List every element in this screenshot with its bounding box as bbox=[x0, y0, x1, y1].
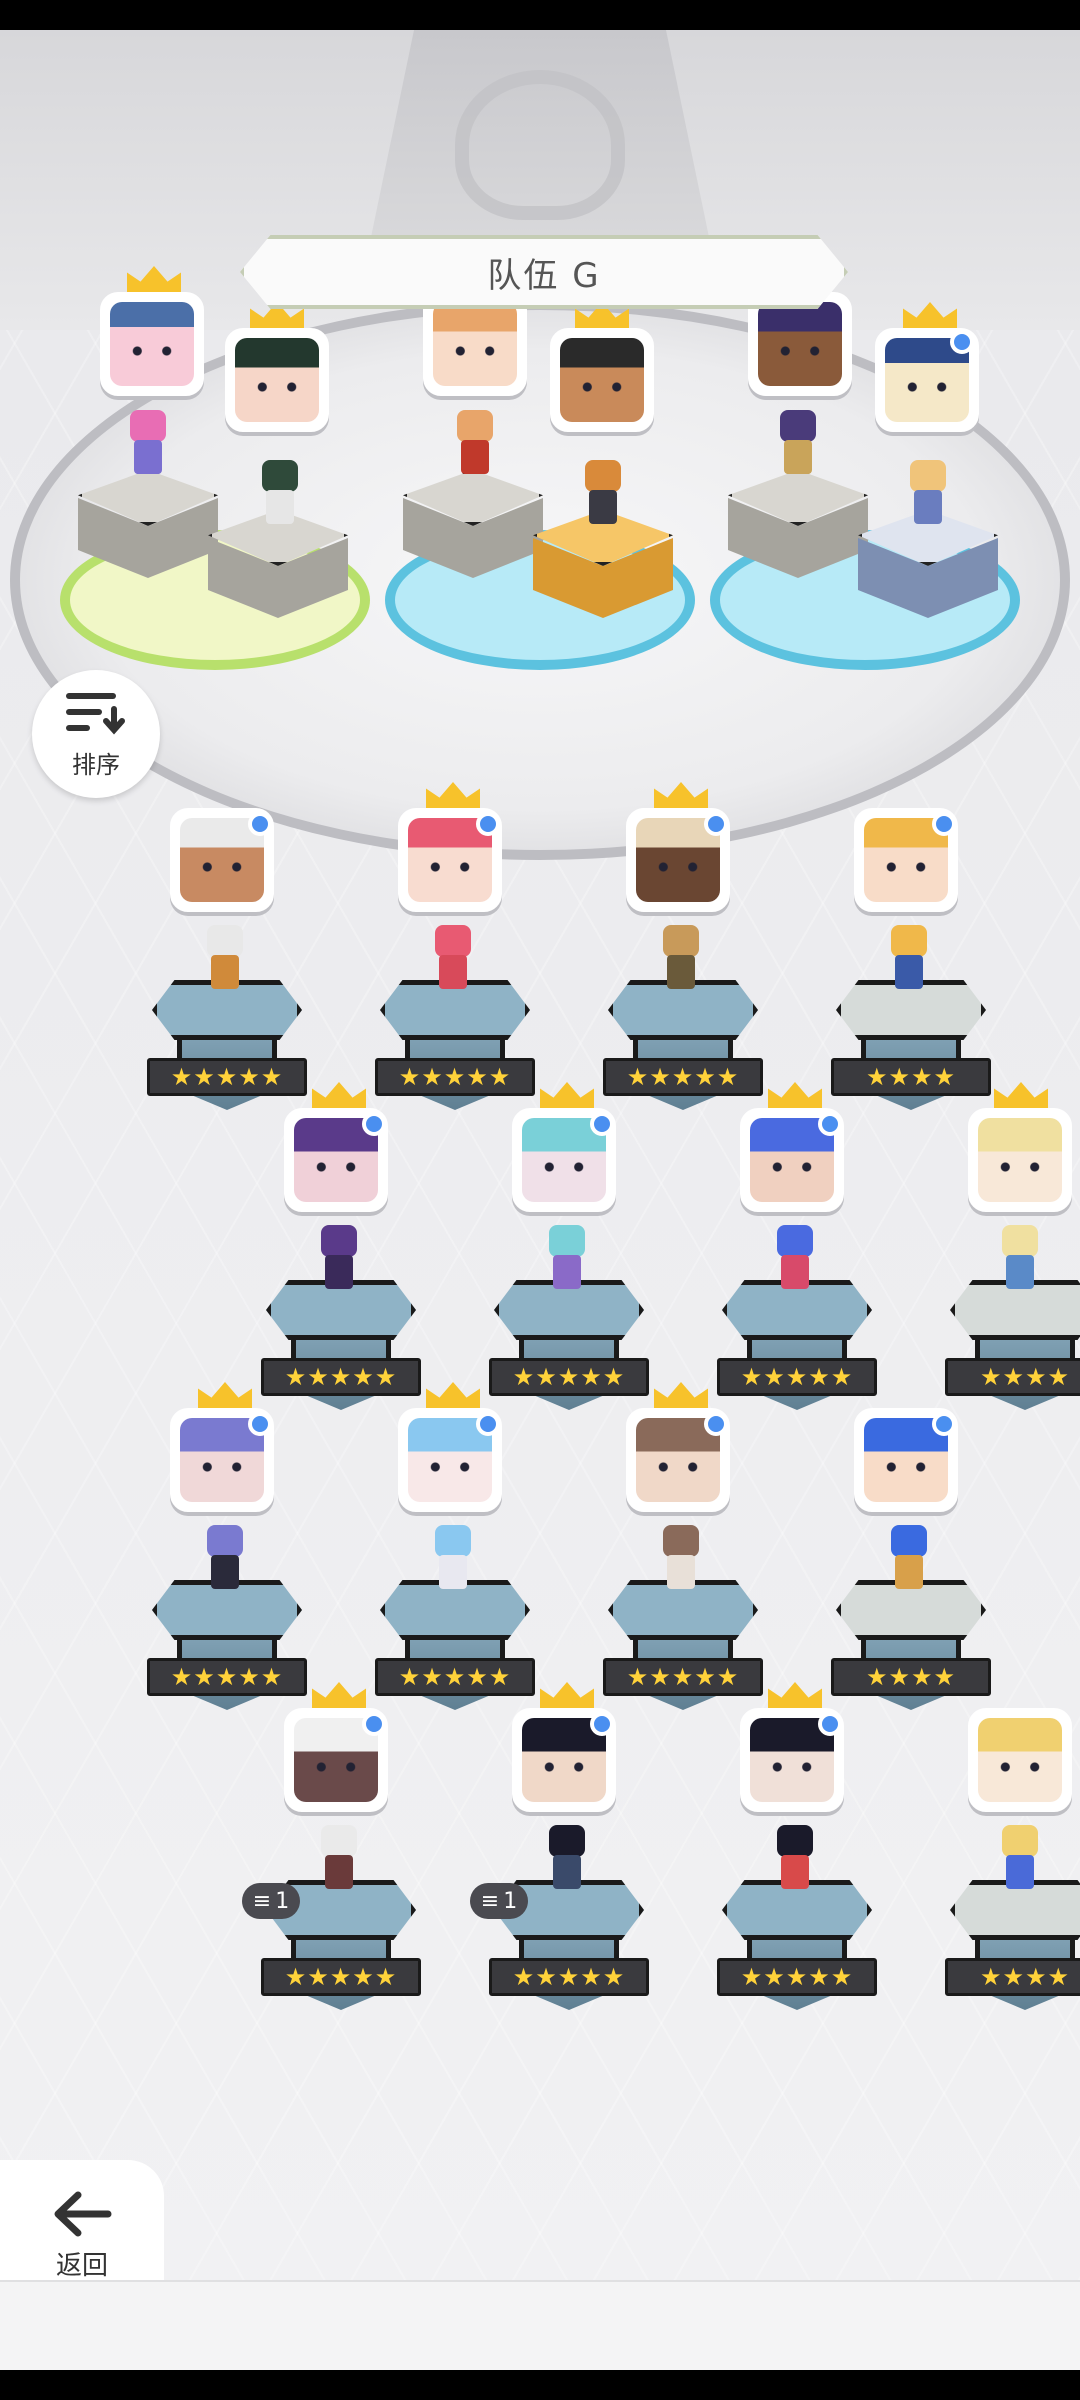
back-label: 返回 bbox=[55, 2250, 108, 2281]
selected-indicator-icon bbox=[590, 1112, 614, 1136]
team-hero-sprite-4[interactable] bbox=[573, 460, 633, 530]
crown-icon bbox=[198, 1382, 252, 1408]
crown-icon bbox=[540, 1682, 594, 1708]
star-rating: ★★★★★ bbox=[375, 1658, 535, 1696]
star-rating: ★★★★ bbox=[945, 1958, 1080, 1996]
selected-indicator-icon bbox=[476, 1412, 500, 1436]
roster-hero-sprite[interactable] bbox=[651, 925, 711, 995]
team-hero-sprite-6[interactable] bbox=[898, 460, 958, 530]
star-rating: ★★★★★ bbox=[147, 1058, 307, 1096]
status-bar bbox=[0, 0, 1080, 30]
roster-hero-sprite[interactable] bbox=[879, 925, 939, 995]
selected-indicator-icon bbox=[248, 1412, 272, 1436]
roster-hero-portrait[interactable] bbox=[968, 1708, 1072, 1812]
roster-hero-sprite[interactable] bbox=[423, 1525, 483, 1595]
star-rating: ★★★★★ bbox=[489, 1358, 649, 1396]
roster-hero-sprite[interactable] bbox=[765, 1225, 825, 1295]
roster-hero-sprite[interactable] bbox=[651, 1525, 711, 1595]
selected-indicator-icon bbox=[818, 1712, 842, 1736]
level-icon: ≡ bbox=[252, 1888, 272, 1914]
crown-icon bbox=[994, 1082, 1048, 1108]
star-rating: ★★★★★ bbox=[717, 1958, 877, 1996]
star-rating: ★★★★★ bbox=[375, 1058, 535, 1096]
level-value: 1 bbox=[275, 1888, 290, 1914]
team-block-2a bbox=[403, 470, 543, 580]
selected-indicator-icon bbox=[932, 812, 956, 836]
roster-hero-sprite[interactable] bbox=[537, 1225, 597, 1295]
roster-hero-sprite[interactable] bbox=[765, 1825, 825, 1895]
star-rating: ★★★★★ bbox=[147, 1658, 307, 1696]
selected-indicator-icon bbox=[950, 330, 974, 354]
team-hero-portrait-4[interactable] bbox=[550, 328, 654, 432]
selected-indicator-icon bbox=[248, 812, 272, 836]
sort-label: 排序 bbox=[72, 750, 120, 779]
team-hero-portrait-2[interactable] bbox=[225, 328, 329, 432]
crown-icon bbox=[540, 1082, 594, 1108]
crown-icon bbox=[312, 1082, 366, 1108]
crown-icon bbox=[426, 1382, 480, 1408]
star-rating: ★★★★★ bbox=[261, 1358, 421, 1396]
roster-hero-sprite[interactable] bbox=[990, 1825, 1050, 1895]
crown-icon bbox=[654, 1382, 708, 1408]
roster-hero-portrait[interactable] bbox=[968, 1108, 1072, 1212]
team-hero-sprite-5[interactable] bbox=[768, 410, 828, 480]
roster-hero-sprite[interactable] bbox=[309, 1225, 369, 1295]
star-rating: ★★★★ bbox=[945, 1358, 1080, 1396]
star-rating: ★★★★ bbox=[831, 1658, 991, 1696]
team-hero-portrait-1[interactable] bbox=[100, 292, 204, 396]
bottom-panel bbox=[0, 2280, 1080, 2372]
crown-icon bbox=[768, 1682, 822, 1708]
selected-indicator-icon bbox=[362, 1112, 386, 1136]
roster-hero-sprite[interactable] bbox=[537, 1825, 597, 1895]
arena-emblem bbox=[455, 70, 625, 220]
team-hero-sprite-2[interactable] bbox=[250, 460, 310, 530]
sort-icon bbox=[66, 692, 125, 735]
roster-hero-sprite[interactable] bbox=[423, 925, 483, 995]
team-title-banner: 队伍 G bbox=[240, 235, 848, 309]
level-badge: ≡ 1 bbox=[242, 1883, 300, 1919]
back-arrow-icon bbox=[54, 2191, 112, 2236]
level-badge: ≡ 1 bbox=[470, 1883, 528, 1919]
selected-indicator-icon bbox=[476, 812, 500, 836]
team-hero-sprite-1[interactable] bbox=[118, 410, 178, 480]
roster-hero-sprite[interactable] bbox=[990, 1225, 1050, 1295]
sort-button[interactable]: 排序 bbox=[32, 670, 160, 798]
selected-indicator-icon bbox=[704, 1412, 728, 1436]
roster-hero-sprite[interactable] bbox=[309, 1825, 369, 1895]
roster-hero-sprite[interactable] bbox=[879, 1525, 939, 1595]
selected-indicator-icon bbox=[362, 1712, 386, 1736]
level-icon: ≡ bbox=[480, 1888, 500, 1914]
team-block-3a bbox=[728, 470, 868, 580]
selected-indicator-icon bbox=[704, 812, 728, 836]
star-rating: ★★★★ bbox=[831, 1058, 991, 1096]
level-value: 1 bbox=[503, 1888, 518, 1914]
star-rating: ★★★★★ bbox=[261, 1958, 421, 1996]
selected-indicator-icon bbox=[590, 1712, 614, 1736]
crown-icon bbox=[312, 1682, 366, 1708]
selected-indicator-icon bbox=[818, 1112, 842, 1136]
back-button[interactable]: 返回 bbox=[0, 2160, 164, 2280]
roster-hero-sprite[interactable] bbox=[195, 925, 255, 995]
navigation-bar bbox=[0, 2370, 1080, 2400]
roster-hero-sprite[interactable] bbox=[195, 1525, 255, 1595]
star-rating: ★★★★★ bbox=[489, 1958, 649, 1996]
star-rating: ★★★★★ bbox=[603, 1658, 763, 1696]
star-rating: ★★★★★ bbox=[717, 1358, 877, 1396]
team-hero-sprite-3[interactable] bbox=[445, 410, 505, 480]
star-rating: ★★★★★ bbox=[603, 1058, 763, 1096]
crown-icon bbox=[768, 1082, 822, 1108]
game-scene: 队伍 G 排序 ★★★★★ ★★★★★ ★★★★★ ★★★★ ★★★★★ ★★★ bbox=[0, 30, 1080, 2280]
team-block-1a bbox=[78, 470, 218, 580]
selected-indicator-icon bbox=[932, 1412, 956, 1436]
